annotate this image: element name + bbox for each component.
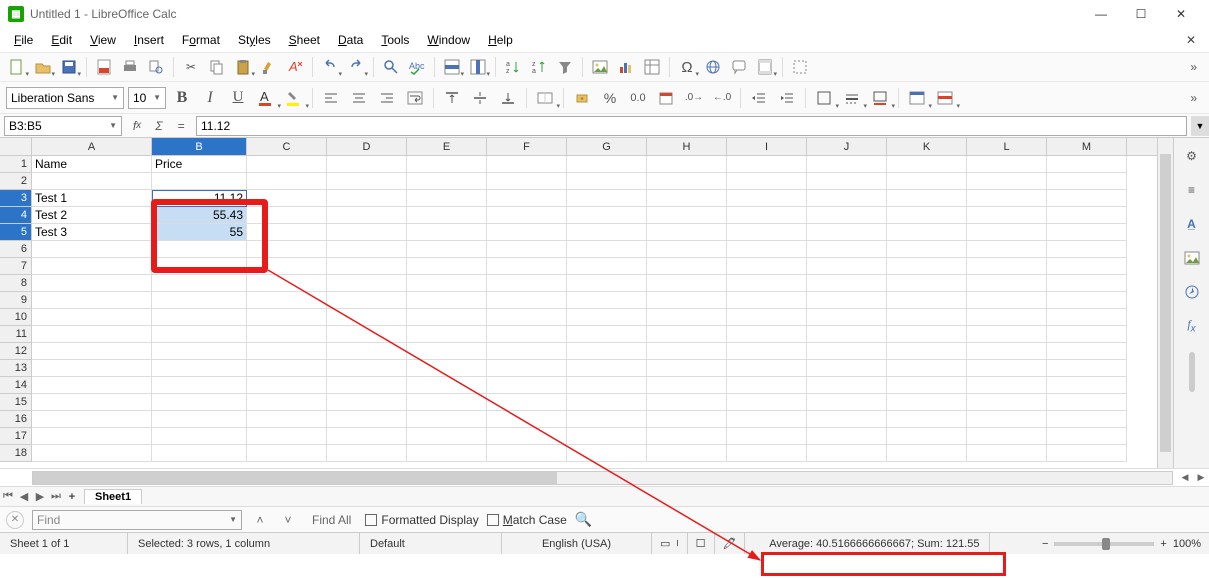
annotation-arrow xyxy=(0,0,1209,578)
